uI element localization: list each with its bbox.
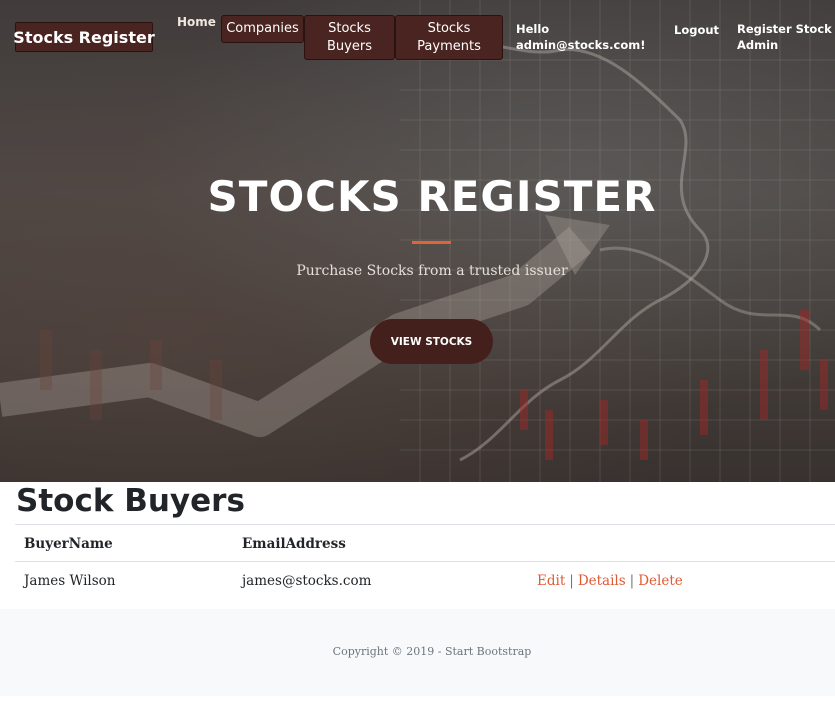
hero-section: Stocks Register Home Companies Stocks Bu… <box>0 0 835 482</box>
nav-register-stock-admin-link[interactable]: Register Stock Admin <box>737 21 832 53</box>
nav-stocks-buyers-label: Stocks Buyers <box>327 20 372 54</box>
nav-logout-link[interactable]: Logout <box>674 22 719 38</box>
footer-copyright: Copyright © 2019 - Start Bootstrap <box>332 645 532 658</box>
hero-subtitle: Purchase Stocks from a trusted issuer <box>296 263 568 279</box>
hero-divider <box>412 241 451 244</box>
nav-stocks-payments-label: Stocks Payments <box>417 20 481 54</box>
nav-stocks-buyers-link[interactable]: Stocks Buyers <box>304 15 395 60</box>
action-separator: | <box>569 572 574 589</box>
action-separator: | <box>629 572 635 589</box>
brand-link[interactable]: Stocks Register <box>13 22 155 52</box>
column-header-emailaddress: EmailAddress <box>242 535 346 552</box>
table-row: James Wilson james@stocks.com Edit | Det… <box>15 561 835 598</box>
nav-companies-link[interactable]: Companies <box>221 15 304 43</box>
buyer-email-cell: james@stocks.com <box>242 572 372 589</box>
table-header-row: BuyerName EmailAddress <box>15 524 835 561</box>
view-stocks-button[interactable]: VIEW STOCKS <box>370 319 493 364</box>
column-header-buyername: BuyerName <box>24 535 113 552</box>
page-title: Stock Buyers <box>16 483 245 519</box>
edit-link[interactable]: Edit <box>537 573 565 589</box>
nav-home-link[interactable]: Home <box>177 15 216 29</box>
nav-user-greeting[interactable]: Hello admin@stocks.com! <box>516 21 646 53</box>
hero-title: STOCKS REGISTER <box>207 172 657 221</box>
delete-link[interactable]: Delete <box>638 573 683 589</box>
row-actions: Edit | Details | Delete <box>537 562 683 599</box>
nav-stocks-payments-link[interactable]: Stocks Payments <box>395 15 503 60</box>
details-link[interactable]: Details <box>578 573 626 589</box>
buyer-name-cell: James Wilson <box>24 572 116 589</box>
footer: Copyright © 2019 - Start Bootstrap <box>0 609 835 696</box>
buyers-table: BuyerName EmailAddress James Wilson jame… <box>15 524 835 598</box>
